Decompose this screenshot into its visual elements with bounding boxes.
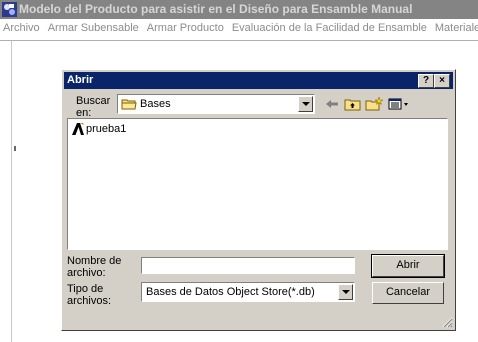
help-button[interactable]: ? <box>418 74 434 88</box>
lookin-combo[interactable]: Bases <box>117 94 315 114</box>
window-edge-mark <box>14 146 16 151</box>
file-list[interactable]: prueba1 <box>67 118 448 250</box>
dialog-title: Abrir <box>67 74 94 86</box>
close-button[interactable]: × <box>434 74 450 88</box>
up-folder-icon[interactable] <box>343 96 363 112</box>
open-dialog: Abrir ? × Buscar en: Bases prueba1 Nombr… <box>61 69 456 331</box>
file-name: prueba1 <box>86 123 127 135</box>
menubar: Archivo Armar Subensable Armar Producto Eva… <box>0 19 478 38</box>
filetype-dropdown-button[interactable] <box>338 284 353 300</box>
app-titlebar: Modelo del Producto para asistir en el D… <box>0 0 478 19</box>
menu-archivo[interactable]: Archivo <box>0 19 44 38</box>
filename-field[interactable] <box>141 257 355 274</box>
client-area-edge <box>11 41 12 342</box>
filetype-label: Tipo de archivos: <box>67 283 112 307</box>
menu-separator <box>0 40 478 41</box>
filetype-combo[interactable]: Bases de Datos Object Store(*.db) <box>141 282 355 302</box>
lookin-label: Buscar en: <box>76 95 111 119</box>
cancel-button[interactable]: Cancelar <box>372 282 444 304</box>
database-file-icon <box>72 123 84 135</box>
new-folder-icon[interactable] <box>364 96 384 112</box>
chevron-down-icon <box>302 102 310 106</box>
menu-armar-subensable[interactable]: Armar Subensable <box>44 19 143 38</box>
back-arrow-icon[interactable] <box>322 96 342 112</box>
folder-icon <box>121 99 137 110</box>
app-title: Modelo del Producto para asistir en el D… <box>19 2 413 16</box>
filetype-value: Bases de Datos Object Store(*.db) <box>146 286 315 298</box>
open-button[interactable]: Abrir <box>371 254 445 278</box>
lookin-dropdown-button[interactable] <box>298 96 313 112</box>
app-icon <box>2 2 17 17</box>
dialog-titlebar: Abrir ? × <box>64 72 453 89</box>
lookin-value: Bases <box>140 98 171 110</box>
menu-materiales[interactable]: Materiales <box>431 19 478 38</box>
menu-armar-producto[interactable]: Armar Producto <box>143 19 228 38</box>
menu-evaluacion[interactable]: Evaluación de la Facilidad de Ensamble <box>228 19 431 38</box>
view-menu-icon[interactable] <box>387 96 411 112</box>
chevron-down-icon <box>342 290 350 294</box>
resize-grip-icon[interactable] <box>442 317 453 328</box>
filename-label: Nombre de archivo: <box>67 255 122 279</box>
